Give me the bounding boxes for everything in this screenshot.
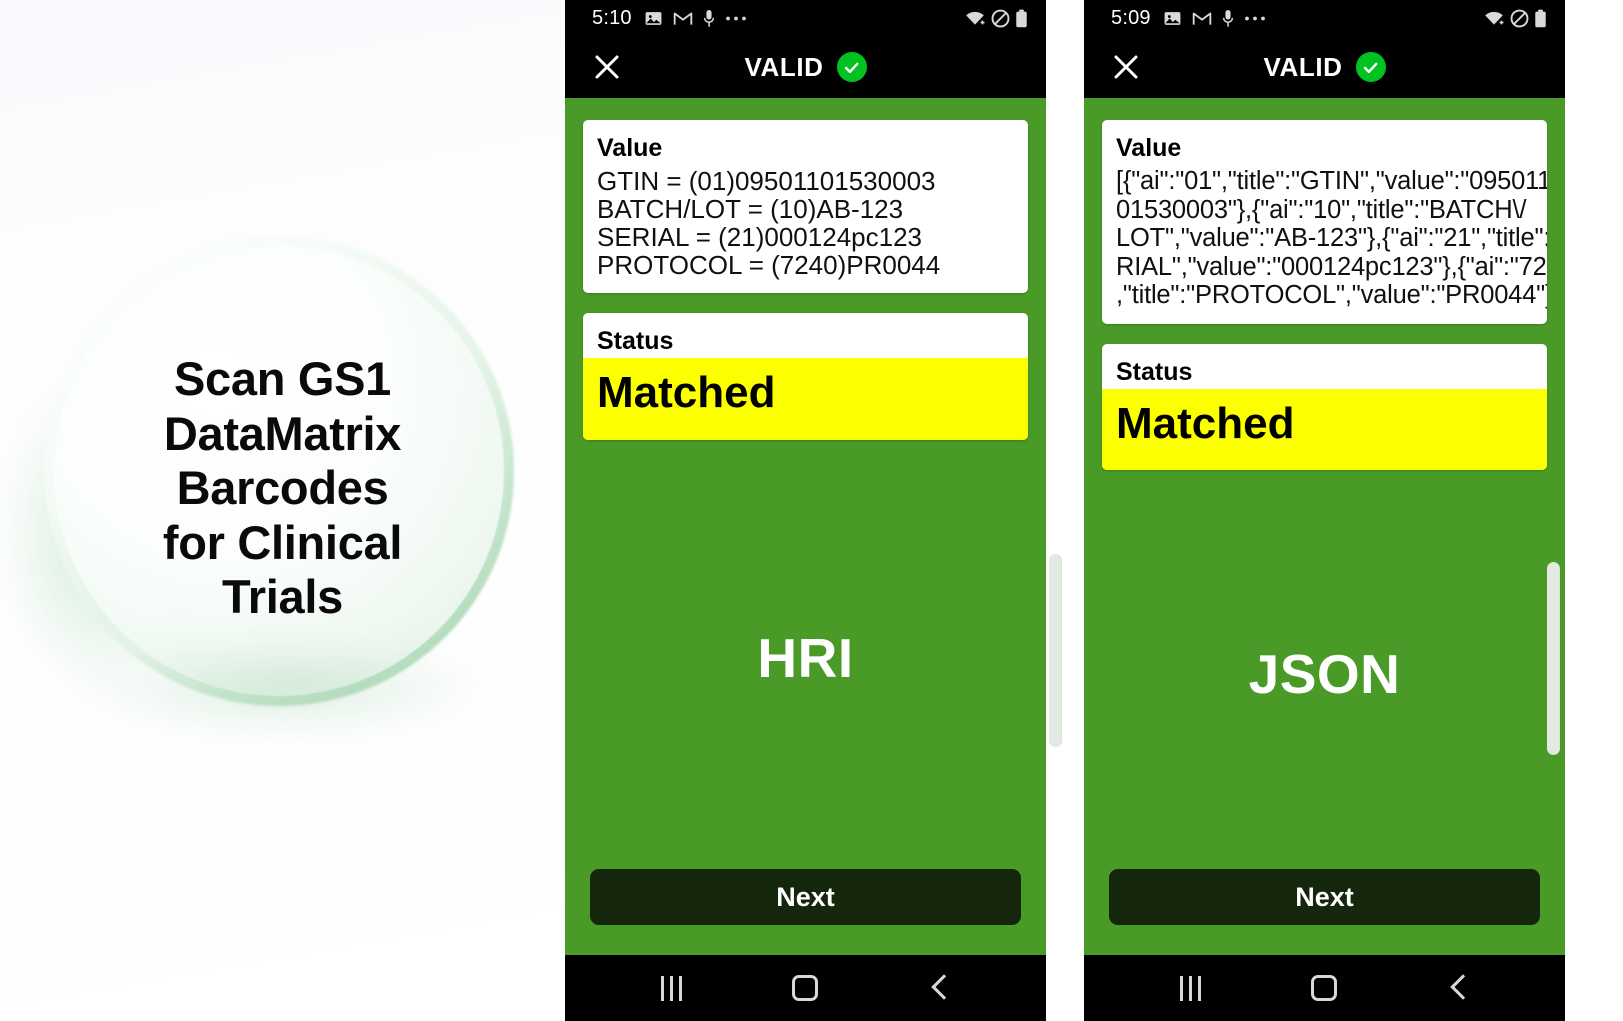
more-overflow-icon [1244,15,1266,22]
scan-result-screen: Value [{"ai":"01","title":"GTIN","value"… [1084,98,1565,955]
home-icon[interactable] [770,963,840,1013]
status-bar-clock: 5:09 [1111,6,1151,29]
status-bar-system-icons [964,9,1028,28]
value-card: Value GTIN = (01)09501101530003 BATCH/LO… [583,120,1028,294]
promo-title: Scan GS1 DataMatrix Barcodes for Clinica… [0,352,565,625]
check-circle-icon [836,52,867,82]
next-button[interactable]: Next [590,869,1021,925]
status-card: Status Matched [1102,343,1547,470]
do-not-disturb-icon [1510,9,1529,28]
close-icon[interactable] [1104,45,1148,89]
promo-panel: Scan GS1 DataMatrix Barcodes for Clinica… [0,0,565,1021]
status-bar-notification-icons [644,9,747,28]
gutter-after-hri-phone [1046,0,1084,1021]
do-not-disturb-icon [991,9,1010,28]
scan-result-screen: Value GTIN = (01)09501101530003 BATCH/LO… [565,98,1046,955]
status-bar: 5:10 [565,0,1046,36]
value-card: Value [{"ai":"01","title":"GTIN","value"… [1102,120,1547,324]
wifi-icon [964,9,986,27]
close-icon[interactable] [585,45,629,89]
app-bar-title-group: VALID [1084,52,1565,83]
photo-icon [1163,9,1182,28]
value-card-label: Value [1116,134,1182,162]
recents-icon[interactable] [1156,963,1226,1013]
battery-icon [1534,9,1547,28]
page-title: VALID [744,51,824,82]
gmail-icon [673,10,693,26]
status-bar-notification-icons [1163,9,1266,28]
recents-icon[interactable] [637,963,707,1013]
microphone-icon [1222,9,1234,28]
status-card: Status Matched [583,313,1028,440]
value-card-text: [{"ai":"01","title":"GTIN","value":"0950… [1116,167,1547,310]
gmail-icon [1192,10,1212,26]
value-card-label: Value [597,134,663,162]
status-bar: 5:09 [1084,0,1565,36]
status-bar-clock: 5:10 [592,6,632,29]
promo-title-line-1: Scan GS1 [173,352,392,405]
more-overflow-icon [725,15,747,22]
gutter-after-json-phone [1547,0,1623,1021]
status-card-label: Status [1116,357,1193,386]
android-nav-bar [1084,955,1565,1021]
phone-screenshot-hri: 5:10 VALID Value GTIN = (01)095011015300… [565,0,1046,1021]
screenshot-root: Scan GS1 DataMatrix Barcodes for Clinica… [0,0,1623,1021]
android-nav-bar [565,955,1046,1021]
back-icon[interactable] [904,963,974,1013]
check-circle-icon [1355,52,1386,82]
next-button[interactable]: Next [1109,869,1540,925]
home-icon[interactable] [1289,963,1359,1013]
phone-screenshot-json: 5:09 VALID Value [{"ai":"01","title":"GT… [1084,0,1565,1021]
value-card-text: GTIN = (01)09501101530003 BATCH/LOT = (1… [597,166,941,281]
promo-title-line-2: DataMatrix [163,406,402,460]
status-badge: Matched [1102,388,1547,470]
status-bar-system-icons [1483,9,1547,28]
app-bar: VALID [565,36,1046,98]
sphere-shadow [84,642,484,732]
microphone-icon [703,9,715,28]
status-badge: Matched [583,358,1028,440]
status-card-label: Status [597,327,674,356]
page-title: VALID [1263,51,1343,82]
photo-icon [644,9,663,28]
promo-title-line-3: Barcodes [176,461,389,515]
app-bar: VALID [1084,36,1565,98]
app-bar-title-group: VALID [565,52,1046,83]
promo-title-line-4: for Clinical [162,515,403,569]
scrollbar-thumb-hri[interactable] [1049,554,1062,747]
back-icon[interactable] [1423,963,1493,1013]
battery-icon [1015,9,1028,28]
wifi-icon [1483,9,1505,27]
promo-title-line-5: Trials [221,570,343,624]
scrollbar-thumb-json[interactable] [1547,562,1560,755]
